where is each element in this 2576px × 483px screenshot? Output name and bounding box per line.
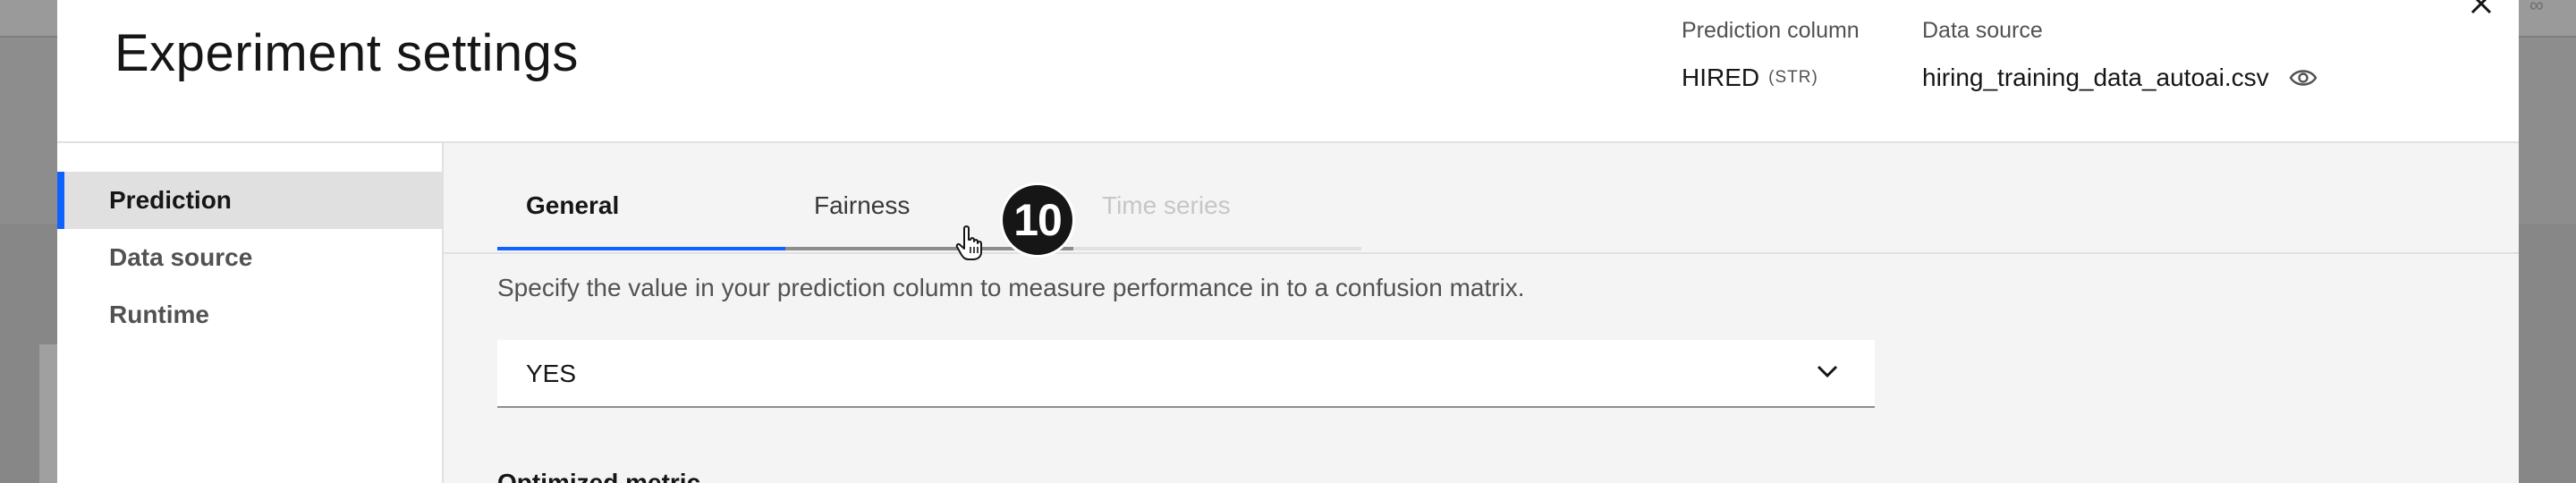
tab-label: General xyxy=(526,191,620,219)
background-page-card xyxy=(39,344,57,483)
positive-class-description: Specify the value in your prediction col… xyxy=(497,274,1525,301)
sidebar-item-label: Prediction xyxy=(109,186,232,214)
hand-pointer-icon xyxy=(955,225,984,261)
step-number-badge: 10 xyxy=(1000,182,1075,258)
data-source-filename: hiring_training_data_autoai.csv xyxy=(1922,64,2269,91)
close-icon[interactable] xyxy=(2465,0,2501,25)
sidebar-item-runtime[interactable]: Runtime xyxy=(57,286,442,343)
settings-content: General Fairness Time series Specify the… xyxy=(444,143,2519,483)
tab-time-series: Time series xyxy=(1073,182,1361,250)
data-source-value: hiring_training_data_autoai.csv xyxy=(1922,64,2318,92)
eye-icon[interactable] xyxy=(2289,68,2318,88)
data-source-label: Data source xyxy=(1922,18,2043,43)
sidebar-item-label: Data source xyxy=(109,243,253,271)
background-app-switcher-icon: ∞ xyxy=(2529,0,2544,16)
settings-side-nav: Prediction Data source Runtime xyxy=(57,143,444,483)
modal-title: Experiment settings xyxy=(114,24,579,82)
prediction-column-label: Prediction column xyxy=(1682,18,1860,43)
chevron-down-icon xyxy=(1816,363,1839,384)
prediction-column-type: (STR) xyxy=(1768,68,1818,87)
sidebar-item-prediction[interactable]: Prediction xyxy=(57,172,442,229)
tab-label: Fairness xyxy=(814,191,911,219)
sidebar-item-label: Runtime xyxy=(109,301,209,328)
tab-list: General Fairness Time series xyxy=(444,143,2519,254)
tab-general[interactable]: General xyxy=(497,182,785,250)
modal-header: Experiment settings Prediction column HI… xyxy=(57,0,2519,143)
data-source-info: Data source hiring_training_data_autoai.… xyxy=(1922,18,2318,92)
experiment-settings-modal: Experiment settings Prediction column HI… xyxy=(57,0,2519,483)
dropdown-selected-value: YES xyxy=(526,360,577,387)
positive-class-dropdown[interactable]: YES xyxy=(497,340,1875,408)
prediction-column-info: Prediction column HIRED (STR) xyxy=(1682,18,1860,92)
tab-label: Time series xyxy=(1102,191,1231,219)
active-indicator xyxy=(57,172,64,229)
sidebar-item-data-source[interactable]: Data source xyxy=(57,229,442,286)
prediction-column-value: HIRED (STR) xyxy=(1682,64,1860,92)
optimized-metric-heading: Optimized metric xyxy=(497,469,701,483)
prediction-column-name: HIRED xyxy=(1682,64,1760,91)
